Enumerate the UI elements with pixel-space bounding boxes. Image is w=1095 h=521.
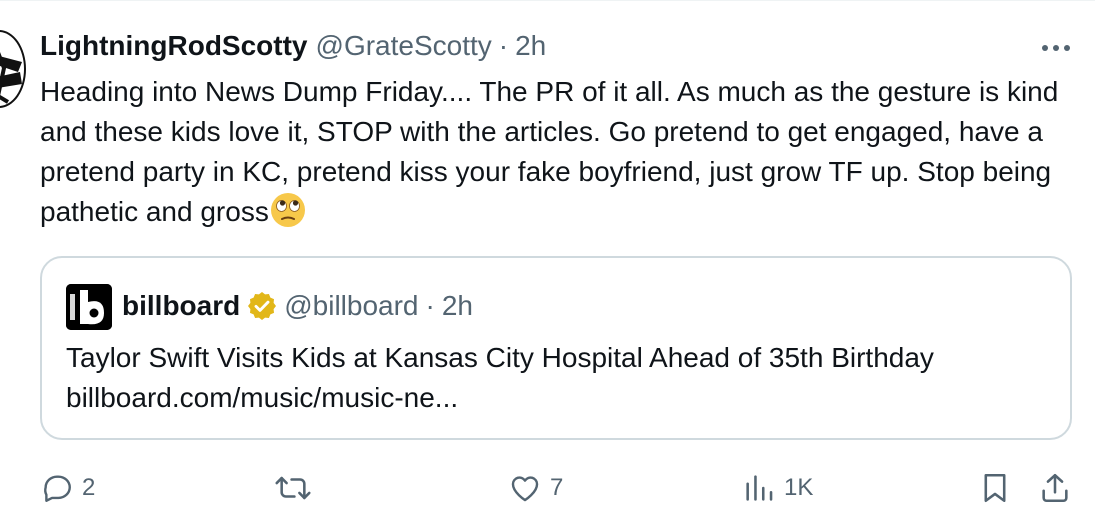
like-button[interactable]: 7 <box>508 466 563 510</box>
separator-dot: · <box>425 290 435 321</box>
heart-icon <box>511 476 539 502</box>
quoted-author-handle[interactable]: @billboard <box>284 290 418 322</box>
tweet-text-content: Heading into News Dump Friday.... The PR… <box>40 76 1067 227</box>
share-button[interactable] <box>1038 466 1072 510</box>
analytics-bars-icon <box>746 475 773 501</box>
avatar[interactable] <box>0 30 26 108</box>
repost-button[interactable] <box>274 466 320 510</box>
tweet-header: LightningRodScotty @GrateScotty · 2h <box>40 28 546 64</box>
tweet-text: Heading into News Dump Friday.... The PR… <box>40 72 1085 232</box>
more-dot-icon <box>1064 45 1070 51</box>
avatar-image <box>0 52 22 104</box>
tweet-timestamp[interactable]: 2h <box>515 30 546 62</box>
action-bar: 2 7 1K <box>0 466 1095 510</box>
billboard-logo-icon[interactable] <box>66 284 112 330</box>
reply-bubble-icon <box>44 475 71 502</box>
share-upload-icon <box>1042 473 1068 503</box>
like-count: 7 <box>550 474 564 501</box>
more-dot-icon <box>1053 45 1059 51</box>
quoted-timestamp[interactable]: 2h <box>442 290 473 322</box>
bookmark-button[interactable] <box>978 466 1012 510</box>
author-handle[interactable]: @GrateScotty <box>316 30 492 62</box>
more-dot-icon <box>1042 45 1048 51</box>
quoted-tweet-header: billboard @billboard · 2h <box>122 286 473 326</box>
quoted-author-name[interactable]: billboard <box>122 290 240 322</box>
separator-dot: · <box>498 30 509 61</box>
quoted-link[interactable]: billboard.com/music/music-ne... <box>66 378 1056 418</box>
bookmark-icon <box>984 473 1006 503</box>
verified-badge-icon <box>248 292 277 320</box>
quoted-headline: Taylor Swift Visits Kids at Kansas City … <box>66 342 934 373</box>
repost-icon <box>275 476 311 500</box>
views-count: 1K <box>784 474 814 501</box>
quoted-tweet-card[interactable]: billboard @billboard · 2h Taylor Swift V… <box>40 256 1072 440</box>
top-divider <box>0 0 1095 1</box>
author-name[interactable]: LightningRodScotty <box>40 30 308 62</box>
views-button[interactable]: 1K <box>742 466 813 510</box>
face-with-rolling-eyes-emoji-icon <box>270 193 305 227</box>
more-options-button[interactable] <box>1036 34 1076 62</box>
reply-count: 2 <box>82 474 96 501</box>
quoted-tweet-text: Taylor Swift Visits Kids at Kansas City … <box>66 338 1056 418</box>
reply-button[interactable]: 2 <box>40 466 95 510</box>
